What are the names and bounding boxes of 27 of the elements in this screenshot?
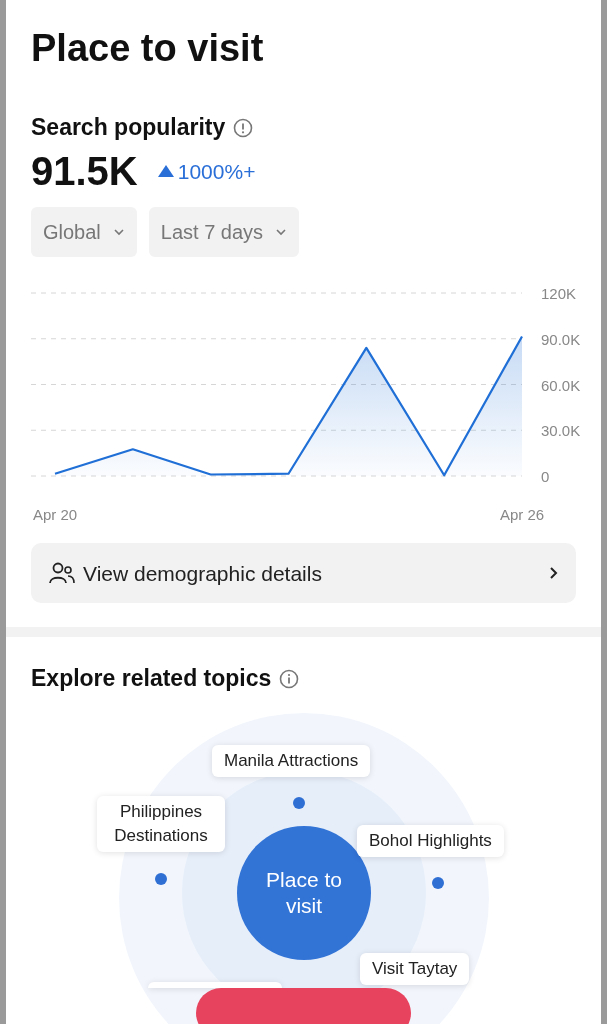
dropdown-button[interactable]: Last 7 days	[148, 207, 300, 258]
dropdown-button[interactable]: Global	[31, 207, 137, 258]
axis-label: 120K	[541, 285, 577, 303]
axis-label: 60.0K	[541, 376, 581, 394]
info-icon[interactable]	[233, 117, 254, 138]
people-icon	[49, 562, 75, 585]
topic-label[interactable]: Bohol Highlights	[357, 825, 504, 857]
axis-label: Apr 26	[499, 506, 545, 524]
popularity-value: 91.5K	[31, 151, 138, 192]
chevron-down-icon	[112, 228, 125, 237]
axis-label: 30.0K	[541, 422, 581, 440]
floating-button[interactable]	[196, 988, 411, 1024]
info-icon[interactable]	[279, 669, 300, 690]
topic-label[interactable]: Manila Attractions	[212, 745, 371, 777]
demographics-button[interactable]: View demographic details	[31, 543, 576, 604]
topic-label[interactable]: Visit Taytay	[360, 953, 470, 985]
axis-label: Apr 20	[32, 506, 78, 524]
page-title: Place to visit	[31, 26, 265, 70]
change-percentage: 1000%+	[177, 158, 256, 185]
axis-label: 90.0K	[541, 331, 581, 349]
topic-label[interactable]: Philippines Destinations	[97, 796, 225, 852]
chevron-down-icon	[275, 228, 288, 237]
up-triangle-icon	[157, 165, 174, 178]
section-heading: Explore related topics	[31, 665, 272, 693]
axis-label: 0	[541, 468, 550, 486]
section-heading: Search popularity	[31, 113, 226, 142]
chevron-right-icon	[549, 566, 558, 581]
